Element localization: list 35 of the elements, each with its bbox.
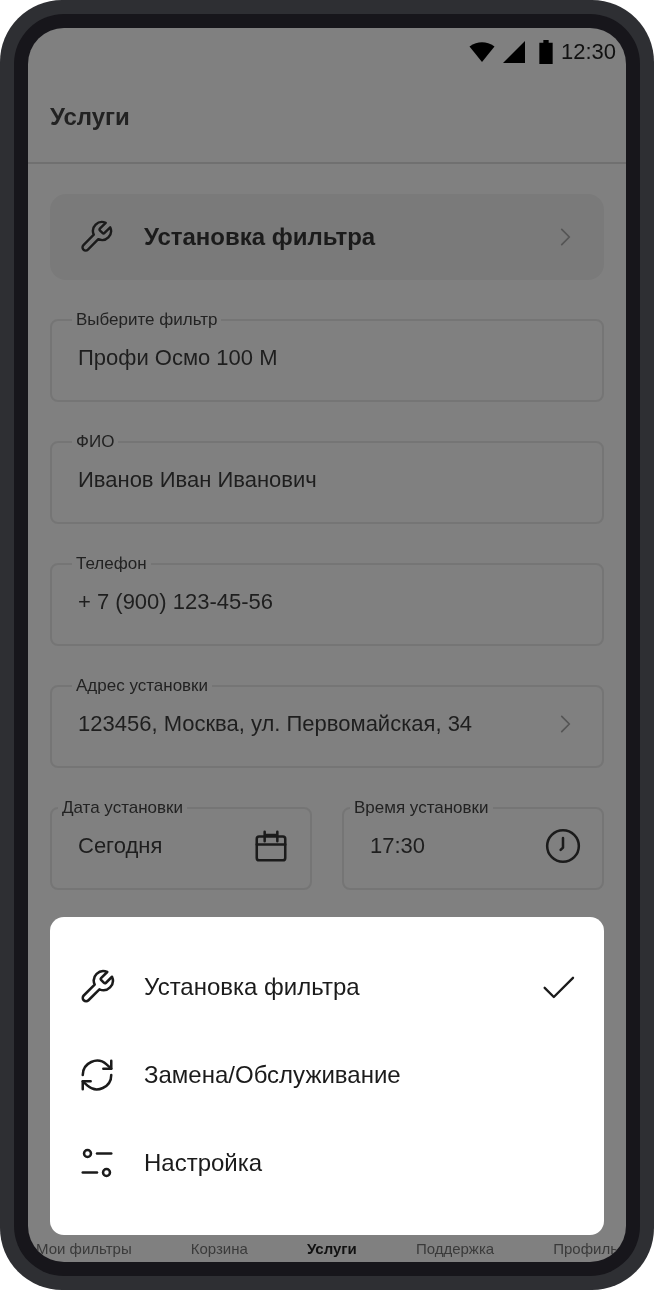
nav-tab[interactable]: Услуги xyxy=(306,1240,357,1257)
nav-tab[interactable]: Поддержка xyxy=(415,1240,495,1257)
input-field[interactable]: ФИО Иванов Иван Иванович xyxy=(50,432,604,524)
status-time: 12:30 xyxy=(560,39,616,65)
nav-tab[interactable]: Мои фильтры xyxy=(36,1240,132,1257)
input-field[interactable]: Телефон + 7 (900) 123-45-56 xyxy=(50,554,604,646)
service-selector[interactable]: Установка фильтра xyxy=(50,194,604,280)
input-field[interactable]: Адрес установки 123456, Москва, ул. Первомайская, 34 xyxy=(50,676,604,768)
field-value: Профи Осмо 100 М xyxy=(78,345,279,371)
field-label: ФИО xyxy=(75,432,116,452)
wrench-icon xyxy=(78,219,114,255)
field-value: + 7 (900) 123-45-56 xyxy=(78,589,275,615)
wifi-icon xyxy=(468,42,495,62)
field-label: Выберите фильтр xyxy=(75,310,219,330)
refresh-icon xyxy=(78,1056,116,1094)
nav-tab[interactable]: Профиль xyxy=(553,1240,618,1257)
field-label: Дата установки xyxy=(61,798,185,818)
field-value: Иванов Иван Иванович xyxy=(78,467,318,493)
clock-icon xyxy=(544,827,582,865)
field-label: Адрес установки xyxy=(75,676,210,696)
field-value: 123456, Москва, ул. Первомайская, 34 xyxy=(78,711,474,737)
field-value: Сегодня xyxy=(78,833,164,859)
field-value: 17:30 xyxy=(370,833,427,859)
signal-icon xyxy=(502,41,525,63)
option-item[interactable]: Замена/Обслуживание xyxy=(78,1031,578,1119)
field-label: Время установки xyxy=(353,798,490,818)
input-field[interactable]: Дата установки Сегодня xyxy=(50,798,312,890)
nav-tab[interactable]: Корзина xyxy=(190,1240,248,1257)
input-field[interactable]: Выберите фильтр Профи Осмо 100 М xyxy=(50,310,604,402)
battery-icon xyxy=(538,40,553,64)
input-field[interactable]: Время установки 17:30 xyxy=(342,798,604,890)
option-item[interactable]: Настройка xyxy=(78,1119,578,1207)
screen-title: Услуги xyxy=(50,103,130,131)
option-item[interactable]: Установка фильтра xyxy=(78,943,578,1031)
field-label: Телефон xyxy=(75,554,148,574)
